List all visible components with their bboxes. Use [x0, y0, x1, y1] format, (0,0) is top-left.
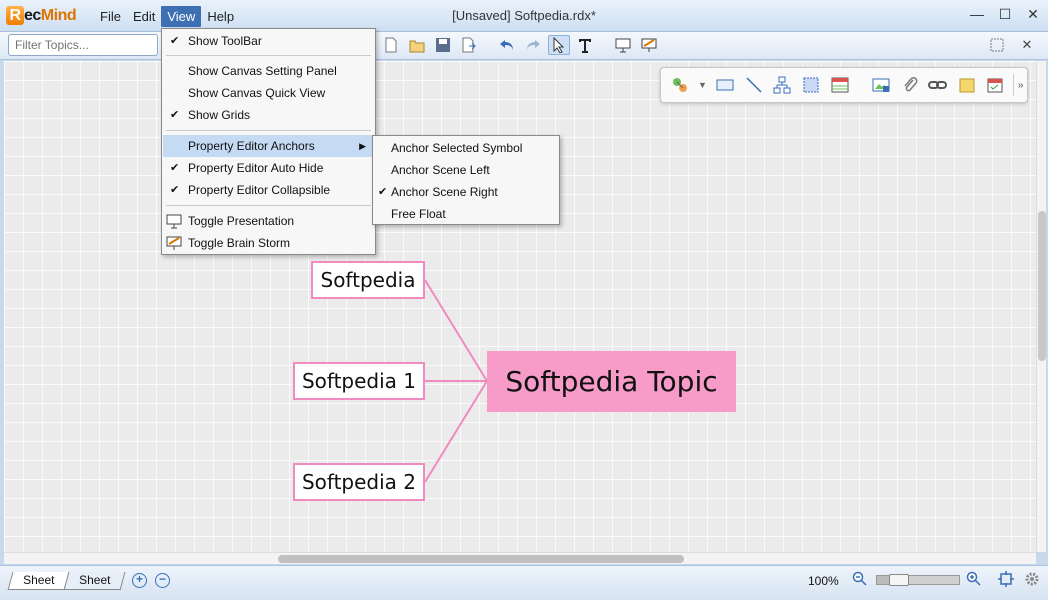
zoom-level: 100%	[808, 574, 839, 588]
menu-separator	[166, 130, 371, 131]
title-bar: RecMind File Edit View Help [Unsaved] So…	[0, 0, 1048, 32]
menu-item-toggle-presentation[interactable]: Toggle Presentation	[163, 210, 374, 232]
zoom-in-icon[interactable]	[966, 571, 982, 590]
canvas-floating-toolbar: ▼ »	[660, 67, 1028, 103]
remove-sheet-button[interactable]: −	[155, 573, 170, 588]
central-topic-node[interactable]: Softpedia Topic	[487, 351, 736, 412]
toolbar-separator	[484, 35, 492, 55]
maximize-button[interactable]: ☐	[998, 6, 1012, 23]
menu-item-show-toolbar[interactable]: ✔ Show ToolBar	[163, 30, 374, 52]
menu-item-show-grids[interactable]: ✔ Show Grids	[163, 104, 374, 126]
check-icon: ✔	[170, 184, 180, 196]
open-file-icon[interactable]	[406, 35, 428, 55]
panel-toggle-icon[interactable]	[986, 35, 1008, 55]
check-icon: ✔	[170, 35, 180, 47]
toolbar-separator	[600, 35, 608, 55]
new-file-icon[interactable]	[380, 35, 402, 55]
submenu-item-free-float[interactable]: Free Float	[374, 203, 558, 225]
check-icon: ✔	[378, 186, 388, 198]
submenu-item-anchor-scene-right[interactable]: ✔ Anchor Scene Right	[374, 181, 558, 203]
settings-gear-icon[interactable]	[1024, 571, 1040, 590]
check-icon: ✔	[170, 162, 180, 174]
submenu-item-anchor-scene-left[interactable]: Anchor Scene Left	[374, 159, 558, 181]
line-tool-icon[interactable]	[743, 74, 765, 96]
zoom-fill	[877, 576, 889, 584]
chevron-down-icon[interactable]: ▼	[698, 74, 708, 96]
zoom-slider-thumb[interactable]	[889, 574, 909, 586]
toolbar-right: ✕	[986, 35, 1038, 55]
menu-item-property-editor-anchors[interactable]: Property Editor Anchors ▶	[163, 135, 374, 157]
sheet-tab[interactable]: Sheet	[7, 572, 70, 590]
zoom-out-icon[interactable]	[852, 571, 868, 590]
org-chart-icon[interactable]	[772, 74, 794, 96]
menu-separator	[166, 205, 371, 206]
app-logo: RecMind	[6, 6, 77, 26]
presentation-icon[interactable]	[612, 35, 634, 55]
menu-item-property-editor-auto-hide[interactable]: ✔ Property Editor Auto Hide	[163, 157, 374, 179]
vertical-scrollbar[interactable]	[1036, 61, 1046, 552]
rectangle-tool-icon[interactable]	[714, 74, 736, 96]
undo-icon[interactable]	[496, 35, 518, 55]
scroll-thumb[interactable]	[1038, 211, 1046, 361]
add-topic-icon[interactable]	[669, 74, 691, 96]
toolbar-icons	[380, 35, 660, 55]
close-panel-icon[interactable]: ✕	[1016, 35, 1038, 55]
menu-item-toggle-brain-storm[interactable]: Toggle Brain Storm	[163, 232, 374, 254]
main-toolbar: ✕	[0, 32, 1048, 60]
close-button[interactable]: ✕	[1026, 6, 1040, 23]
window-controls: — ☐ ✕	[970, 6, 1040, 23]
topic-node[interactable]: Softpedia 1	[293, 362, 425, 400]
fit-to-screen-icon[interactable]	[998, 571, 1014, 590]
check-icon: ✔	[170, 109, 180, 121]
export-icon[interactable]	[458, 35, 480, 55]
text-tool-icon[interactable]	[574, 35, 596, 55]
anchors-submenu: Anchor Selected Symbol Anchor Scene Left…	[372, 135, 560, 225]
zoom-slider[interactable]	[876, 574, 960, 586]
attachment-icon[interactable]	[899, 74, 921, 96]
select-tool-icon[interactable]	[548, 35, 570, 55]
topic-node[interactable]: Softpedia 2	[293, 463, 425, 501]
note-icon[interactable]	[956, 74, 978, 96]
brainstorm-icon	[166, 235, 182, 251]
topic-node[interactable]: Softpedia	[311, 261, 425, 299]
submenu-arrow-icon: ▶	[359, 141, 366, 151]
menu-view[interactable]: View	[161, 6, 202, 27]
boundary-icon[interactable]	[800, 74, 822, 96]
filter-topics-input[interactable]	[8, 34, 158, 56]
save-icon[interactable]	[432, 35, 454, 55]
menu-file[interactable]: File	[94, 6, 127, 27]
horizontal-scrollbar[interactable]	[4, 552, 1036, 564]
presentation-icon	[166, 213, 182, 229]
calendar-icon[interactable]	[985, 74, 1007, 96]
menu-separator	[166, 55, 371, 56]
menu-help[interactable]: Help	[201, 6, 240, 27]
toolbar-separator	[857, 74, 863, 96]
scroll-thumb[interactable]	[278, 555, 684, 563]
menu-item-property-editor-collapsible[interactable]: ✔ Property Editor Collapsible	[163, 179, 374, 201]
brainstorm-icon[interactable]	[638, 35, 660, 55]
insert-image-icon[interactable]	[870, 74, 892, 96]
table-icon[interactable]	[829, 74, 851, 96]
menu-item-show-canvas-setting-panel[interactable]: Show Canvas Setting Panel	[163, 60, 374, 82]
redo-icon[interactable]	[522, 35, 544, 55]
submenu-item-anchor-selected-symbol[interactable]: Anchor Selected Symbol	[374, 137, 558, 159]
add-sheet-button[interactable]: +	[132, 573, 147, 588]
view-menu-dropdown: ✔ Show ToolBar Show Canvas Setting Panel…	[161, 28, 376, 255]
more-chevron-icon[interactable]: »	[1013, 74, 1027, 96]
menu-item-show-canvas-quick-view[interactable]: Show Canvas Quick View	[163, 82, 374, 104]
minimize-button[interactable]: —	[970, 6, 984, 23]
menu-bar: File Edit View Help	[94, 6, 240, 27]
sheet-tab[interactable]: Sheet	[63, 572, 126, 590]
status-bar: Sheet Sheet + − 100%	[0, 565, 1048, 600]
menu-edit[interactable]: Edit	[127, 6, 161, 27]
hyperlink-icon[interactable]	[927, 74, 949, 96]
